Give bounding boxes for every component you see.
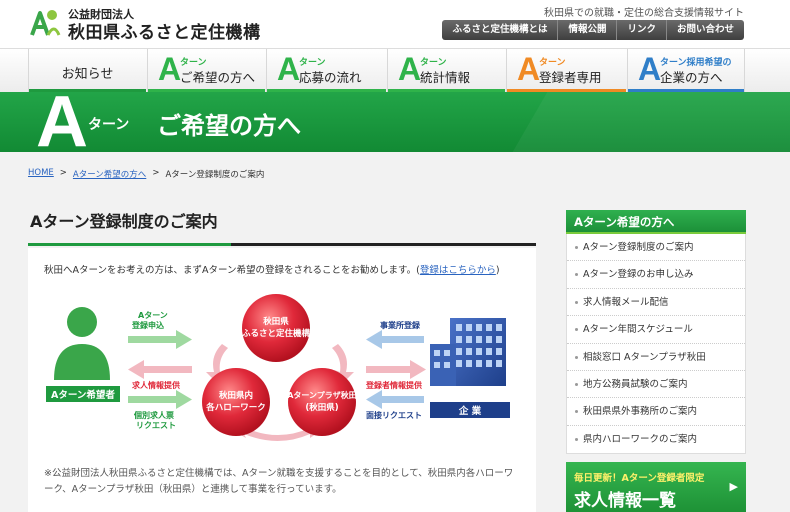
arrow-label-office-register: 事業所登録: [380, 320, 421, 330]
person-figure-icon: [54, 307, 110, 380]
footnote: ※公益財団法人秋田県ふるさと定住機構では、Aターン就職を支援することを目的として…: [44, 468, 514, 495]
gnav-label: 企業の方へ: [660, 70, 723, 85]
breadcrumb: HOME > Aターン希望の方へ > Aターン登録制度のご案内: [28, 168, 264, 180]
circle-org-line2: ふるさと定住機構: [242, 328, 311, 339]
intro-text: 秋田へAターンをお考えの方は、まずAターン希望の登録をされることをお勧めします。…: [44, 262, 500, 276]
arrow-label-request-2: リクエスト: [136, 420, 176, 430]
gnav-a-letter: A: [158, 51, 182, 87]
org-name[interactable]: 秋田県ふるさと定住機構: [68, 18, 261, 43]
arrow-label-register-2: 登録申込: [131, 320, 164, 330]
circle-hellowork-line2: 各ハローワーク: [205, 402, 266, 413]
company-building-icon: [430, 318, 506, 386]
company-label: 企 業: [458, 405, 482, 417]
banner-a-letter: A: [36, 92, 88, 152]
utility-nav: ふるさと定住機構とは 情報公開 リンク お問い合わせ: [442, 20, 744, 40]
gnav-item-news[interactable]: お知らせ: [28, 49, 146, 93]
site-header: 公益財団法人 秋田県ふるさと定住機構 秋田県での就職・定住の総合支援情報サイト …: [0, 0, 790, 48]
title-rule-accent: [28, 243, 231, 246]
gnav-item-flow[interactable]: A ターン 応募の流れ: [266, 49, 386, 93]
circle-hellowork: 秋田県内 各ハローワーク: [202, 368, 270, 436]
gnav-label: お知らせ: [61, 67, 114, 82]
sidebar-item-schedule[interactable]: Aターン年間スケジュール: [567, 316, 745, 344]
content-panel: 秋田へAターンをお考えの方は、まずAターン希望の登録をされることをお勧めします。…: [28, 248, 536, 512]
breadcrumb-home[interactable]: HOME: [28, 168, 54, 180]
person-label: Aターン希望者: [51, 389, 115, 401]
util-link-disclosure[interactable]: 情報公開: [557, 20, 617, 40]
sidebar-heading: Aターン希望の方へ: [566, 210, 746, 234]
circle-plaza-line1: Aターンプラザ秋田: [287, 390, 357, 400]
banner-small-text: ターン: [88, 117, 130, 133]
arrow-right-icon: [128, 330, 192, 349]
registration-diagram: Aターン希望者 企 業 Aターン 登録申込 求人情報提供 個別求人票 リクエスト…: [46, 294, 510, 441]
page-banner: A ターン ご希望の方へ: [0, 92, 790, 152]
gnav-a-letter: A: [638, 51, 662, 87]
sidebar-item-job-mail[interactable]: 求人情報メール配信: [567, 289, 745, 317]
sidebar-item-registration-apply[interactable]: Aターン登録のお申し込み: [567, 261, 745, 289]
util-link-about[interactable]: ふるさと定住機構とは: [442, 20, 558, 40]
breadcrumb-parent[interactable]: Aターン希望の方へ: [73, 168, 146, 180]
circle-hellowork-line1: 秋田県内: [218, 390, 253, 401]
sidebar-item-consultation[interactable]: 相談窓口 Aターンプラザ秋田: [567, 344, 745, 371]
job-list-promo-button[interactable]: 毎日更新！Aターン登録者限定 求人情報一覧 ▶: [566, 462, 746, 512]
gnav-item-applicants[interactable]: A ターン ご希望の方へ: [147, 49, 265, 93]
util-link-links[interactable]: リンク: [616, 20, 666, 40]
arrow-label-job-info: 求人情報提供: [132, 380, 180, 390]
arrow-label-register-1: Aターン: [138, 310, 168, 320]
gnav-item-stats[interactable]: A ターン 統計情報: [387, 49, 505, 93]
promo-arrow-icon: ▶: [729, 480, 738, 493]
gnav-a-letter: A: [398, 51, 422, 87]
gnav-item-registrants[interactable]: A ターン 登録者専用: [506, 49, 626, 93]
gnav-label: 統計情報: [420, 70, 471, 85]
promo-line2: 求人情報一覧: [574, 491, 676, 511]
banner-title: ご希望の方へ: [157, 112, 301, 140]
circle-org: 秋田県 ふるさと定住機構: [242, 294, 311, 362]
util-link-contact[interactable]: お問い合わせ: [665, 20, 744, 40]
gnav-label: 登録者専用: [539, 70, 602, 85]
gnav-label: ご希望の方へ: [180, 70, 256, 85]
arrow-right-icon: [128, 390, 192, 409]
sidebar-item-registration-guide[interactable]: Aターン登録制度のご案内: [567, 234, 745, 262]
sidebar-item-civil-exam[interactable]: 地方公務員試験のご案内: [567, 371, 745, 399]
gnav-label: 応募の流れ: [299, 70, 362, 85]
arrow-left-icon: [128, 360, 192, 379]
sidebar-item-offices[interactable]: 秋田県県外事務所のご案内: [567, 398, 745, 426]
sidebar: Aターン希望の方へ Aターン登録制度のご案内 Aターン登録のお申し込み 求人情報…: [566, 210, 746, 455]
arrow-label-interview: 面接リクエスト: [366, 410, 422, 420]
banner-stripe: [512, 92, 790, 152]
circle-plaza-line2: (秋田県): [305, 402, 338, 413]
arrow-label-request-1: 個別求人票: [133, 410, 174, 420]
gnav-a-letter: A: [277, 51, 301, 87]
sidebar-item-hellowork[interactable]: 県内ハローワークのご案内: [567, 426, 745, 453]
site-tagline: 秋田県での就職・定住の総合支援情報サイト: [544, 8, 744, 19]
promo-line1: 毎日更新！Aターン登録者限定: [574, 473, 705, 484]
org-logo-icon[interactable]: [26, 5, 62, 41]
circle-org-line1: 秋田県: [262, 316, 289, 327]
page-title: Aターン登録制度のご案内: [30, 212, 218, 231]
gnav-a-letter: A: [517, 51, 541, 87]
breadcrumb-current: Aターン登録制度のご案内: [165, 170, 265, 180]
register-link[interactable]: 登録はこちらから: [420, 265, 496, 276]
intro-end: ): [495, 265, 500, 276]
gnav-item-companies[interactable]: A ターン採用希望の 企業の方へ: [627, 49, 745, 93]
arrow-right-icon: [366, 360, 426, 379]
global-nav: お知らせ A ターン ご希望の方へ A ターン 応募の流れ A ターン 統計情報…: [0, 48, 790, 93]
arrow-left-icon: [366, 390, 424, 409]
sidebar-list: Aターン登録制度のご案内 Aターン登録のお申し込み 求人情報メール配信 Aターン…: [566, 234, 746, 455]
breadcrumb-sep: >: [152, 168, 160, 178]
arrow-label-registrant-info: 登録者情報提供: [365, 380, 422, 390]
intro-body: 秋田へAターンをお考えの方は、まずAターン希望の登録をされることをお勧めします。…: [44, 265, 420, 276]
breadcrumb-sep: >: [59, 168, 67, 178]
arrow-left-icon: [366, 330, 424, 349]
